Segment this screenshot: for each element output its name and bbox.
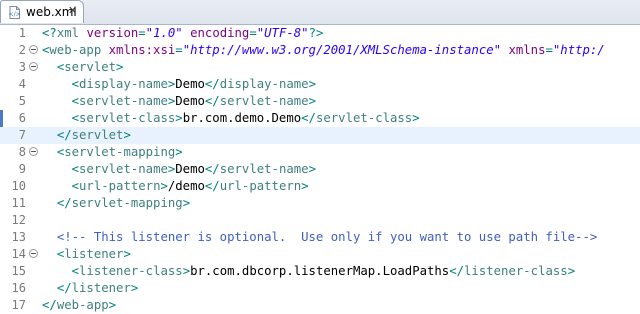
code-text: <!-- This listener is optional. Use only…	[56, 230, 598, 244]
code-line[interactable]: 2 <web-app xmlns:xsi="http://www.w3.org/2…	[0, 42, 640, 59]
code-line[interactable]: 14 <listener>	[0, 246, 640, 263]
code-text: </servlet-mapping>	[56, 196, 191, 210]
fold-toggle-icon[interactable]	[29, 45, 38, 54]
close-icon[interactable]: ✕	[68, 4, 77, 17]
fold-toggle-icon[interactable]	[29, 147, 38, 156]
code-line[interactable]: 6 <servlet-class>br.com.demo.Demo</servl…	[0, 110, 640, 127]
line-number: 4	[18, 77, 26, 91]
code-line[interactable]: 9 <servlet-name>Demo</servlet-name>	[0, 161, 640, 178]
code-line[interactable]: 3 <servlet>	[0, 59, 640, 76]
code-text: <servlet-class>br.com.demo.Demo</servlet…	[71, 111, 420, 125]
line-number: 5	[18, 94, 26, 108]
code-line[interactable]: 4 <display-name>Demo</display-name>	[0, 76, 640, 93]
line-number: 17	[11, 298, 26, 312]
code-line[interactable]: 17 </web-app>	[0, 297, 640, 314]
code-line[interactable]: 11 </servlet-mapping>	[0, 195, 640, 212]
code-text: <web-app xmlns:xsi="http://www.w3.org/20…	[42, 43, 605, 57]
fold-toggle-icon[interactable]	[29, 62, 38, 71]
code-line[interactable]: 15 <listener-class>br.com.dbcorp.listene…	[0, 263, 640, 280]
code-line[interactable]: 8 <servlet-mapping>	[0, 144, 640, 161]
code-text: <display-name>Demo</display-name>	[71, 77, 316, 91]
line-number: 7	[18, 128, 26, 142]
code-text: <listener-class>br.com.dbcorp.listenerMa…	[71, 264, 576, 278]
code-text: <?xml version="1.0" encoding="UTF-8"?>	[42, 26, 324, 40]
code-text: <servlet-name>Demo</servlet-name>	[71, 162, 316, 176]
tab-web-xml[interactable]: </> web.xml ✕	[0, 0, 84, 23]
line-number: 8	[18, 145, 26, 159]
line-number: 9	[18, 162, 26, 176]
line-number: 12	[11, 213, 26, 227]
code-line[interactable]: 10 <url-pattern>/demo</url-pattern>	[0, 178, 640, 195]
line-number: 1	[18, 26, 26, 40]
code-line[interactable]: 5 <servlet-name>Demo</servlet-name>	[0, 93, 640, 110]
line-number: 10	[11, 179, 26, 193]
code-line[interactable]: 12	[0, 212, 640, 229]
line-number: 6	[18, 111, 26, 125]
line-number: 11	[11, 196, 26, 210]
code-text: <servlet>	[56, 60, 124, 74]
line-number: 14	[11, 247, 26, 261]
editor-tab-bar: </> web.xml ✕	[0, 0, 640, 25]
code-text: </web-app>	[42, 298, 117, 312]
code-editor[interactable]: 1 <?xml version="1.0" encoding="UTF-8"?> 2…	[0, 25, 640, 314]
line-number: 16	[11, 281, 26, 295]
fold-toggle-icon[interactable]	[29, 249, 38, 258]
line-number: 13	[11, 230, 26, 244]
code-line[interactable]: 13 <!-- This listener is optional. Use o…	[0, 229, 640, 246]
code-line[interactable]: 16 </listener>	[0, 280, 640, 297]
code-text: <listener>	[56, 247, 131, 261]
xml-file-icon: </>	[9, 6, 21, 19]
code-text: <url-pattern>/demo</url-pattern>	[71, 179, 309, 193]
code-line[interactable]: 7 </servlet>	[0, 127, 640, 144]
code-text: </listener>	[56, 281, 139, 295]
code-text: <servlet-name>Demo</servlet-name>	[71, 94, 316, 108]
svg-text:</>: </>	[9, 11, 21, 18]
line-number: 2	[18, 43, 26, 57]
line-number: 15	[11, 264, 26, 278]
code-text: <servlet-mapping>	[56, 145, 183, 159]
line-number: 3	[18, 60, 26, 74]
code-text: </servlet>	[56, 128, 131, 142]
code-line[interactable]: 1 <?xml version="1.0" encoding="UTF-8"?>	[0, 25, 640, 42]
